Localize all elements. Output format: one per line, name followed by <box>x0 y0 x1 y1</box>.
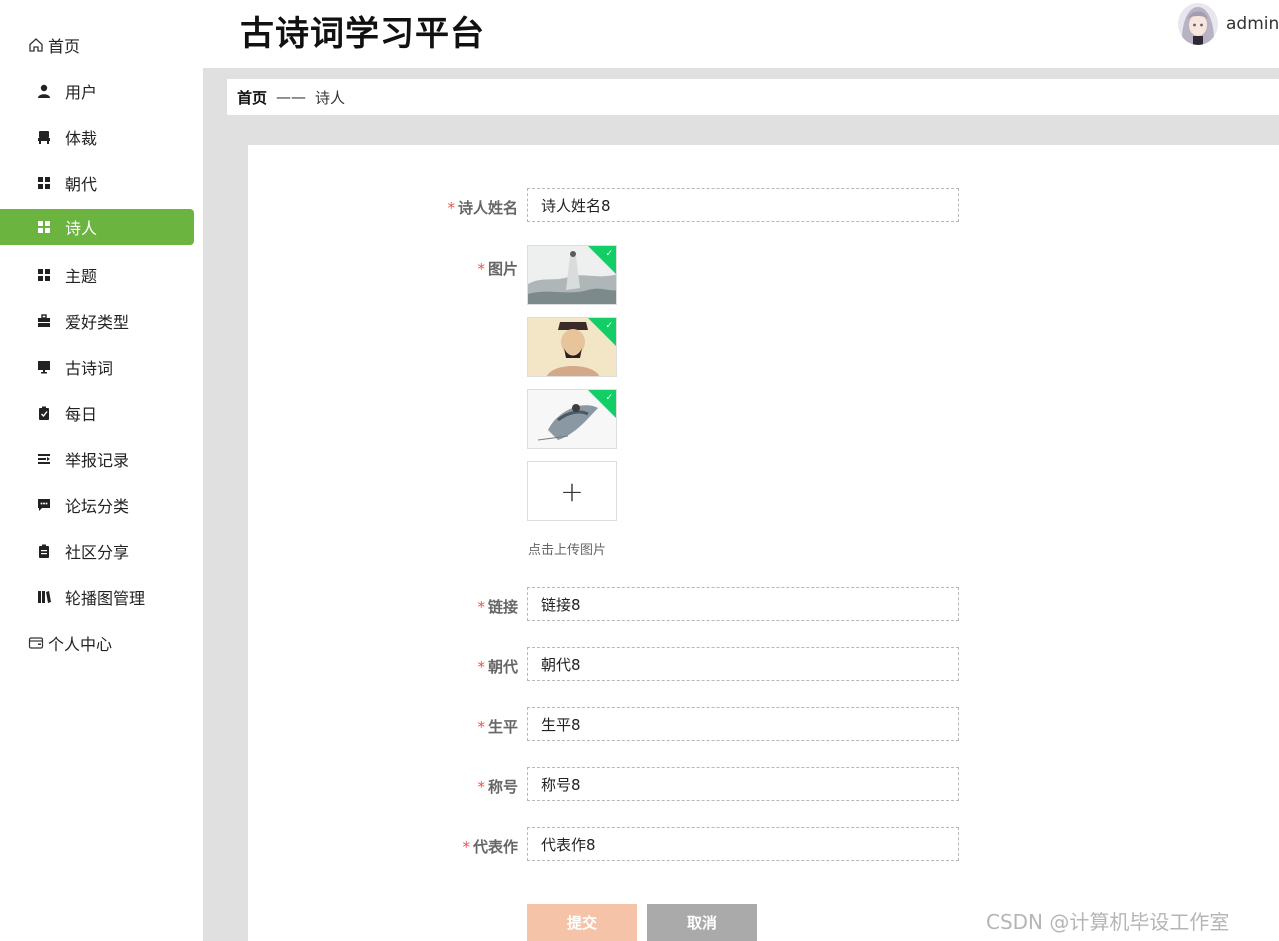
name-label-text: 诗人姓名 <box>457 199 518 217</box>
required-mark: * <box>477 260 485 278</box>
sidebar-item-label: 论坛分类 <box>65 497 130 516</box>
sidebar-item-home[interactable]: 首页 <box>0 27 194 63</box>
submit-button[interactable]: 提交 <box>527 904 637 941</box>
required-mark: * <box>477 778 485 796</box>
image-label-text: 图片 <box>487 260 518 278</box>
top-header: 古诗词学习平台 admin <box>203 0 1279 68</box>
required-mark: * <box>477 598 485 616</box>
image-upload-button[interactable]: + <box>527 461 617 521</box>
grid-icon <box>36 175 52 191</box>
required-mark: * <box>477 718 485 736</box>
uploaded-image-1[interactable]: ✓ <box>527 245 617 305</box>
sidebar-item-label: 用户 <box>65 83 98 102</box>
sidebar-item-genre[interactable]: 体裁 <box>0 119 194 155</box>
required-mark: * <box>477 658 485 676</box>
title-label-text: 称号 <box>487 778 518 796</box>
sidebar-item-hobby-type[interactable]: 爱好类型 <box>0 303 194 339</box>
required-mark: * <box>447 199 455 217</box>
monitor-icon <box>36 359 52 375</box>
poet-form-card: *诗人姓名 *图片 ✓ <box>248 145 1279 941</box>
sidebar-item-label: 轮播图管理 <box>65 589 146 608</box>
sidebar-item-poet[interactable]: 诗人 <box>0 209 194 245</box>
check-icon: ✓ <box>605 393 613 403</box>
sidebar-item-dynasty[interactable]: 朝代 <box>0 165 194 201</box>
main-content: 首页 —— 诗人 *诗人姓名 *图片 ✓ <box>203 68 1279 941</box>
sidebar-item-label: 个人中心 <box>48 635 113 654</box>
user-icon <box>36 83 52 99</box>
title-label: * 称号 <box>318 776 518 797</box>
required-mark: * <box>462 838 470 856</box>
name-label: * 诗人姓名 <box>318 197 518 218</box>
grid-icon <box>36 267 52 283</box>
sidebar-item-label: 首页 <box>48 37 81 56</box>
wallet-icon <box>28 635 44 651</box>
chat-icon <box>36 497 52 513</box>
breadcrumb-current: 诗人 <box>315 88 346 107</box>
cancel-button[interactable]: 取消 <box>647 904 757 941</box>
biography-label: * 生平 <box>318 716 518 737</box>
dynasty-label: * 朝代 <box>318 656 518 677</box>
breadcrumb: 首页 —— 诗人 <box>227 79 1279 115</box>
breadcrumb-separator: —— <box>276 88 307 106</box>
list-icon <box>36 451 52 467</box>
home-icon <box>28 37 44 53</box>
sidebar-item-forum-category[interactable]: 论坛分类 <box>0 487 194 523</box>
poet-name-input[interactable] <box>527 188 959 222</box>
masterpiece-label: * 代表作 <box>318 836 518 857</box>
title-input[interactable] <box>527 767 959 801</box>
masterpiece-label-text: 代表作 <box>472 838 518 856</box>
sidebar-item-label: 朝代 <box>65 175 98 194</box>
check-icon: ✓ <box>605 249 613 259</box>
watermark: CSDN @计算机毕设工作室 <box>986 910 1230 934</box>
biography-input[interactable] <box>527 707 959 741</box>
plus-icon: + <box>560 474 584 508</box>
sidebar-item-label: 社区分享 <box>65 543 130 562</box>
masterpiece-input[interactable] <box>527 827 959 861</box>
grid-icon <box>36 219 52 235</box>
link-label: * 链接 <box>318 596 518 617</box>
clipboard-check-icon <box>36 405 52 421</box>
avatar[interactable] <box>1178 3 1218 45</box>
sidebar-item-profile[interactable]: 个人中心 <box>0 625 194 661</box>
dynasty-input[interactable] <box>527 647 959 681</box>
sidebar-item-label: 举报记录 <box>65 451 130 470</box>
clipboard-icon <box>36 543 52 559</box>
uploaded-image-3[interactable]: ✓ <box>527 389 617 449</box>
sidebar-item-daily[interactable]: 每日 <box>0 395 194 431</box>
sidebar-item-label: 爱好类型 <box>65 313 130 332</box>
sidebar-item-theme[interactable]: 主题 <box>0 257 194 293</box>
uploaded-image-2[interactable]: ✓ <box>527 317 617 377</box>
sidebar-item-poems[interactable]: 古诗词 <box>0 349 194 385</box>
sidebar-item-carousel[interactable]: 轮播图管理 <box>0 579 194 615</box>
app-title: 古诗词学习平台 <box>240 14 485 54</box>
sidebar-item-label: 体裁 <box>65 129 98 148</box>
sidebar-item-users[interactable]: 用户 <box>0 73 194 109</box>
biography-label-text: 生平 <box>487 718 518 736</box>
sidebar-item-community-share[interactable]: 社区分享 <box>0 533 194 569</box>
username[interactable]: admin <box>1226 14 1279 34</box>
chair-icon <box>36 129 52 145</box>
sidebar-item-label: 诗人 <box>65 219 98 238</box>
dynasty-label-text: 朝代 <box>487 658 518 676</box>
books-icon <box>36 589 52 605</box>
check-icon: ✓ <box>605 321 613 331</box>
sidebar-item-label: 每日 <box>65 405 98 424</box>
image-label: * 图片 <box>318 258 518 279</box>
sidebar: 首页 用户 体裁 朝代 诗人 主题 爱好类型 古诗词 每日 举报记录 论坛分类 … <box>0 0 203 941</box>
sidebar-item-label: 古诗词 <box>65 359 114 378</box>
sidebar-item-label: 主题 <box>65 267 98 286</box>
sidebar-item-reports[interactable]: 举报记录 <box>0 441 194 477</box>
link-label-text: 链接 <box>487 598 518 616</box>
briefcase-icon <box>36 313 52 329</box>
breadcrumb-home[interactable]: 首页 <box>237 87 267 108</box>
link-input[interactable] <box>527 587 959 621</box>
upload-hint: 点击上传图片 <box>528 543 607 558</box>
